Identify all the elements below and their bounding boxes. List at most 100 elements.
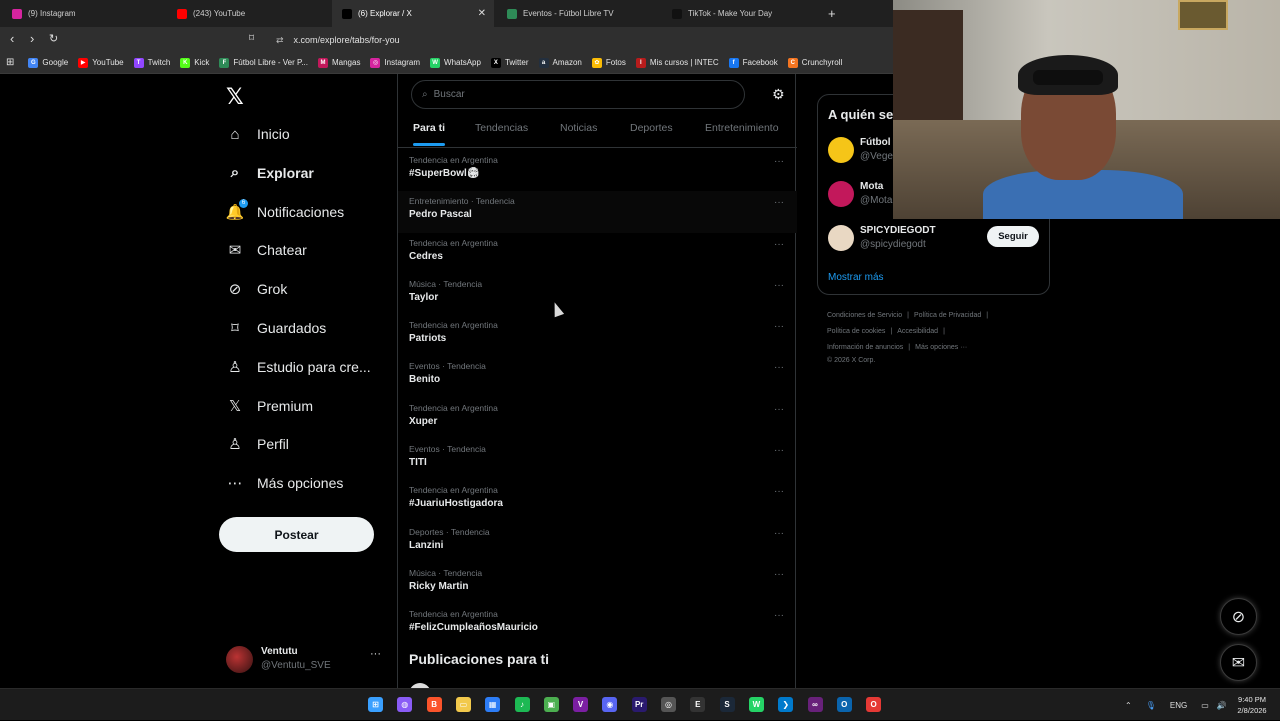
browser-tab[interactable]: (243) YouTube (167, 0, 329, 27)
more-dots-icon[interactable]: ··· (774, 156, 784, 167)
suggested-account[interactable]: SPICYDIEGODT @spicydiegodt Seguir (828, 225, 1040, 255)
trend-item[interactable]: Entretenimiento · Tendencia Pedro Pascal ·… (398, 191, 797, 233)
trend-item[interactable]: Deportes · Tendencia Lanzini ··· (398, 522, 797, 563)
apps-grid-icon[interactable]: ⊞ (6, 57, 14, 68)
opera-gx-icon[interactable]: O (866, 697, 882, 712)
vscode-icon[interactable]: ❯ (778, 697, 794, 712)
bookmark-item[interactable]: M Mangas (317, 57, 360, 68)
microphone-icon[interactable]: 🎙 (1146, 701, 1156, 710)
more-dots-icon[interactable]: ··· (370, 648, 381, 660)
spotify-icon[interactable]: ♪ (514, 697, 530, 712)
search-input[interactable]: ⌕ Buscar (411, 80, 745, 109)
more-dots-icon[interactable]: ··· (774, 610, 784, 621)
more-dots-icon[interactable]: ··· (774, 197, 784, 208)
nav-item-x-premium[interactable]: 𝕏 Premium (226, 392, 313, 420)
nav-item-search[interactable]: ⌕ Explorar (226, 159, 314, 187)
bookmark-item[interactable]: ✿ Fotos (591, 57, 626, 68)
nav-item-more-circle[interactable]: ⋯ Más opciones (226, 469, 344, 497)
explore-tab[interactable]: Noticias (560, 122, 597, 134)
footer-link[interactable]: Más opciones ··· (915, 344, 967, 351)
bookmark-item[interactable]: f Facebook (728, 57, 778, 68)
trend-item[interactable]: Eventos · Tendencia Benito ··· (398, 356, 797, 397)
epic-games-icon[interactable]: E (690, 697, 706, 712)
chevron-up-icon[interactable]: ⌃ (1125, 701, 1132, 710)
windows-start-icon[interactable]: ⊞ (368, 697, 383, 712)
more-dots-icon[interactable]: ··· (774, 404, 784, 415)
store-icon[interactable]: ▦ (485, 697, 501, 712)
vegas-icon[interactable]: V (573, 697, 589, 712)
bookmark-item[interactable]: G Google (28, 57, 68, 68)
x-logo-icon[interactable]: 𝕏 (226, 84, 244, 110)
footer-link[interactable]: Política de Privacidad (914, 312, 981, 319)
account-switcher[interactable]: Ventutu @Ventutu_SVE ··· (226, 644, 386, 678)
nav-item-bookmark[interactable]: ⌑ Guardados (226, 314, 326, 342)
browser-tab[interactable]: TikTok - Make Your Day (662, 0, 824, 27)
volume-icon[interactable]: 🔊 (1217, 701, 1227, 710)
url-field[interactable]: ⇄ x.com/explore/tabs/for-you (270, 30, 892, 50)
file-explorer-icon[interactable]: ▭ (455, 697, 471, 712)
trend-item[interactable]: Tendencia en Argentina Xuper ··· (398, 398, 797, 439)
explore-tab[interactable]: Para ti (413, 122, 446, 146)
bookmark-item[interactable]: C Crunchyroll (787, 57, 842, 68)
whatsapp-icon[interactable]: W (748, 697, 764, 712)
trend-item[interactable]: Tendencia en Argentina Cedres ··· (398, 233, 797, 274)
new-tab-button[interactable]: + (828, 6, 836, 21)
gear-icon[interactable]: ⚙ (772, 86, 785, 103)
more-dots-icon[interactable]: ··· (774, 486, 784, 497)
nav-item-mail[interactable]: ✉ Chatear (226, 236, 307, 264)
premiere-icon[interactable]: Pr (631, 697, 647, 712)
post-button[interactable]: Postear (219, 517, 374, 552)
grok-float-icon[interactable]: ⊘ (1220, 598, 1257, 635)
more-dots-icon[interactable]: ··· (774, 362, 784, 373)
bookmark-item[interactable]: F Fútbol Libre - Ver P... (219, 57, 308, 68)
outlook-icon[interactable]: O (836, 697, 852, 712)
nav-item-grok[interactable]: ⊘ Grok (226, 275, 288, 303)
bookmark-item[interactable]: ▶ YouTube (78, 57, 124, 68)
bookmark-page-icon[interactable]: ⌑ (249, 32, 254, 46)
browser-tab[interactable]: (9) Instagram (2, 0, 164, 27)
footer-link[interactable]: Condiciones de Servicio (827, 312, 902, 319)
more-dots-icon[interactable]: ··· (774, 528, 784, 539)
visual-studio-icon[interactable]: ∞ (807, 697, 823, 712)
bookmark-item[interactable]: W WhatsApp (430, 57, 481, 68)
nav-item-creator-studio[interactable]: ♙ Estudio para cre... (226, 353, 370, 381)
browser-tab[interactable]: (6) Explorar / X ✕ (332, 0, 494, 27)
explore-tab[interactable]: Deportes (630, 122, 673, 134)
brave-icon[interactable]: B (426, 697, 442, 712)
messages-float-icon[interactable]: ✉ (1220, 644, 1257, 681)
more-dots-icon[interactable]: ··· (774, 569, 784, 580)
more-dots-icon[interactable]: ··· (774, 321, 784, 332)
trend-item[interactable]: Eventos · Tendencia TITI ··· (398, 439, 797, 480)
trend-item[interactable]: Tendencia en Argentina #FelizCumpleañosMa… (398, 604, 797, 645)
footer-link[interactable]: Política de cookies (827, 328, 885, 335)
explore-tab[interactable]: Entretenimiento (705, 122, 779, 134)
trend-item[interactable]: Música · Tendencia Taylor ··· (398, 274, 797, 315)
clock[interactable]: 9:40 PM 2/8/2026 (1230, 694, 1274, 716)
minecraft-icon[interactable]: ▣ (543, 697, 559, 712)
trend-item[interactable]: Tendencia en Argentina Patriots ··· (398, 315, 797, 356)
nav-item-person[interactable]: ♙ Perfil (226, 430, 289, 458)
close-tab-icon[interactable]: ✕ (478, 8, 486, 19)
bookmark-item[interactable]: a Amazon (538, 57, 582, 68)
footer-link[interactable]: Información de anuncios (827, 344, 903, 351)
bookmark-item[interactable]: X Twitter (490, 57, 529, 68)
network-icon[interactable]: ▭ (1201, 701, 1209, 710)
back-icon[interactable]: ‹ (10, 32, 14, 46)
more-dots-icon[interactable]: ··· (774, 280, 784, 291)
steam-icon[interactable]: S (719, 697, 735, 712)
bookmark-item[interactable]: T Twitch (133, 57, 170, 68)
nav-item-home[interactable]: ⌂ Inicio (226, 120, 289, 148)
chrome-icon[interactable]: ◎ (661, 697, 676, 712)
discord-icon[interactable]: ◉ (602, 697, 618, 712)
footer-link[interactable]: Accesibilidad (897, 328, 938, 335)
site-info-icon[interactable]: ⇄ (276, 35, 284, 46)
nav-item-bell[interactable]: 🔔 6 Notificaciones (226, 198, 344, 226)
bookmark-item[interactable]: K Kick (180, 57, 209, 68)
explore-tab[interactable]: Tendencias (475, 122, 528, 134)
copilot-icon[interactable]: ◍ (397, 697, 413, 712)
more-dots-icon[interactable]: ··· (774, 239, 784, 250)
bookmark-item[interactable]: ◎ Instagram (370, 57, 420, 68)
browser-tab[interactable]: Eventos - Fútbol Libre TV (497, 0, 659, 27)
trend-item[interactable]: Tendencia en Argentina #JuariuHostigadora… (398, 480, 797, 521)
trend-item[interactable]: Tendencia en Argentina #SuperBowl🏟 ··· (398, 150, 797, 191)
